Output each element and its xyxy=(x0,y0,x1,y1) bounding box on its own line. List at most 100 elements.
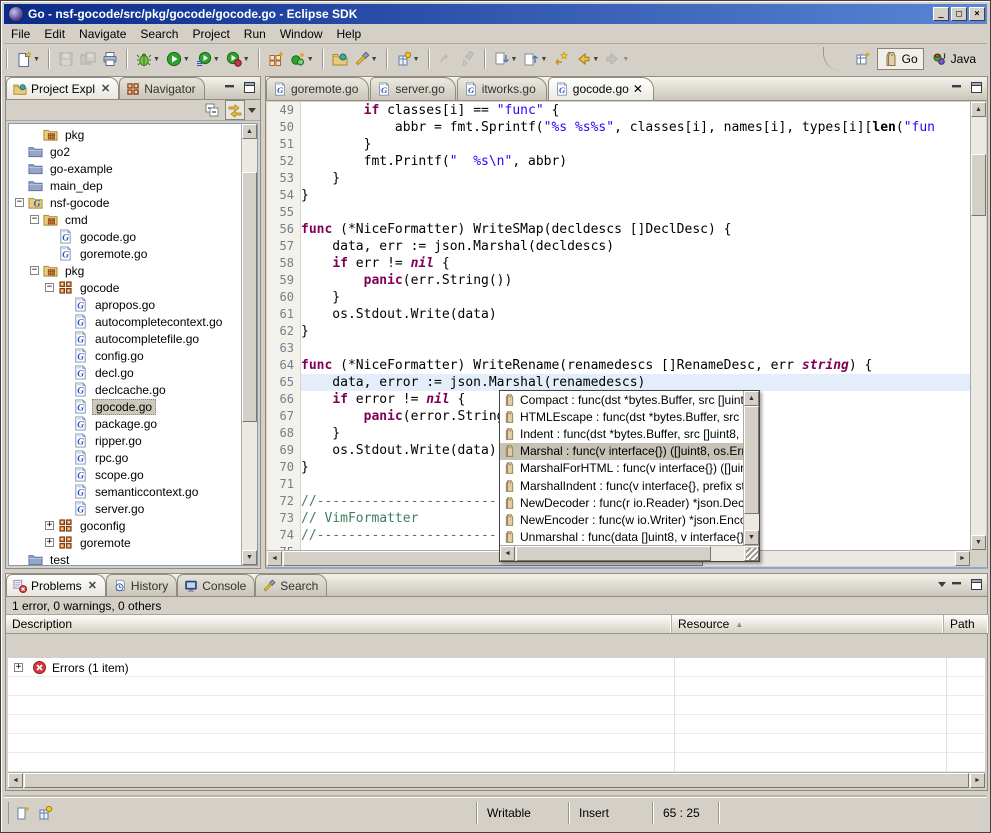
fast-view-icon[interactable] xyxy=(15,805,31,821)
format-button[interactable] xyxy=(457,48,479,70)
new-wizard-button[interactable]: ▼ xyxy=(13,48,43,70)
scroll-left-arrow[interactable]: ◄ xyxy=(267,551,282,566)
code-line-64[interactable]: 64func (*NiceFormatter) WriteRename(rena… xyxy=(267,357,986,374)
tree-expander-icon[interactable]: − xyxy=(30,215,39,224)
close-tab-icon[interactable]: ✕ xyxy=(101,82,110,95)
tree-item-ripper-go[interactable]: Gripper.go xyxy=(9,432,241,449)
popup-horizontal-scrollbar[interactable]: ◄ ► xyxy=(500,545,759,561)
tree-item-goconfig[interactable]: +goconfig xyxy=(9,517,241,534)
tab-console[interactable]: Console xyxy=(177,574,255,596)
tree-expander-icon[interactable]: − xyxy=(45,283,54,292)
code-line-58[interactable]: 58 if err != nil { xyxy=(267,255,986,272)
back-button[interactable]: ▼ xyxy=(572,48,602,70)
autocomplete-item[interactable]: HTMLEscape : func(dst *bytes.Buffer, src… xyxy=(500,408,743,425)
autocomplete-item[interactable]: MarshalForHTML : func(v interface{}) ([]… xyxy=(500,460,743,477)
editor-maximize-icon[interactable] xyxy=(969,81,984,94)
code-line-65[interactable]: 65 data, error := json.Marshal(renamedes… xyxy=(267,374,986,391)
tree-item-gocode-go[interactable]: Ggocode.go xyxy=(9,228,241,245)
scroll-up-arrow[interactable]: ▲ xyxy=(971,102,986,117)
tab-history[interactable]: History xyxy=(106,574,177,596)
code-line-52[interactable]: 52 fmt.Printf(" %s\n", abbr) xyxy=(267,153,986,170)
run-button[interactable]: ▼ xyxy=(163,48,193,70)
menu-run[interactable]: Run xyxy=(237,25,273,43)
tab-goremote-go[interactable]: Ggoremote.go xyxy=(266,77,369,100)
menu-edit[interactable]: Edit xyxy=(37,25,72,43)
tree-expander-icon[interactable]: − xyxy=(15,198,24,207)
popup-resize-grip[interactable] xyxy=(746,548,758,560)
tree-item-rpc-go[interactable]: Grpc.go xyxy=(9,449,241,466)
tree-expander-icon[interactable]: + xyxy=(45,521,54,530)
code-line-49[interactable]: 49 if classes[i] == "func" { xyxy=(267,102,986,119)
tree-item-declcache-go[interactable]: Gdeclcache.go xyxy=(9,381,241,398)
tree-item-semanticcontext-go[interactable]: Gsemanticcontext.go xyxy=(9,483,241,500)
problems-row-errors[interactable]: +Errors (1 item) xyxy=(8,658,985,677)
perspective-go-button[interactable]: Go xyxy=(877,48,924,70)
popup-hscroll-thumb[interactable] xyxy=(516,546,711,561)
column-header-path[interactable]: Path xyxy=(944,615,989,633)
tab-server-go[interactable]: Gserver.go xyxy=(370,77,455,100)
tree-item-test[interactable]: test xyxy=(9,551,241,565)
tree-item-gocode[interactable]: −gocode xyxy=(9,279,241,296)
tree-item-pkg[interactable]: −pkg xyxy=(9,262,241,279)
editor-vertical-scrollbar[interactable]: ▲ ▼ xyxy=(970,102,986,550)
code-line-50[interactable]: 50 abbr = fmt.Sprintf("%s %s%s", classes… xyxy=(267,119,986,136)
tab-problems[interactable]: Problems✕ xyxy=(6,574,106,596)
column-header-resource[interactable]: Resource▲ xyxy=(672,615,944,633)
profile-button[interactable]: ▼ xyxy=(223,48,253,70)
new-project-button[interactable] xyxy=(265,48,287,70)
menu-window[interactable]: Window xyxy=(273,25,330,43)
row-expander-icon[interactable]: + xyxy=(14,663,23,672)
code-line-56[interactable]: 56func (*NiceFormatter) WriteSMap(declde… xyxy=(267,221,986,238)
tab-navigator[interactable]: Navigator xyxy=(119,77,204,99)
perspective-java-button[interactable]: J Java xyxy=(927,49,981,69)
collapse-all-button[interactable] xyxy=(202,100,222,120)
code-line-54[interactable]: 54} xyxy=(267,187,986,204)
tree-expander-icon[interactable]: − xyxy=(30,266,39,275)
tree-item-goremote-go[interactable]: Ggoremote.go xyxy=(9,245,241,262)
menu-search[interactable]: Search xyxy=(133,25,185,43)
save-all-button[interactable] xyxy=(77,48,99,70)
autocomplete-item[interactable]: Indent : func(dst *bytes.Buffer, src []u… xyxy=(500,425,743,442)
tree-item-scope-go[interactable]: Gscope.go xyxy=(9,466,241,483)
scroll-down-arrow[interactable]: ▼ xyxy=(971,535,986,550)
open-perspective-button[interactable] xyxy=(852,48,874,70)
title-bar[interactable]: Go - nsf-gocode/src/pkg/gocode/gocode.go… xyxy=(4,4,987,24)
scroll-right-arrow[interactable]: ► xyxy=(955,551,970,566)
view-minimize-icon[interactable] xyxy=(223,81,238,94)
link-with-editor-button[interactable] xyxy=(225,100,245,120)
tree-item-go-example[interactable]: go-example xyxy=(9,160,241,177)
autocomplete-item[interactable]: Unmarshal : func(data []uint8, v interfa… xyxy=(500,529,743,546)
gc-button[interactable]: ▼ xyxy=(287,48,317,70)
editor-minimize-icon[interactable] xyxy=(950,81,965,94)
maximize-button[interactable]: □ xyxy=(951,7,967,21)
tree-scroll-thumb[interactable] xyxy=(242,172,257,422)
code-line-62[interactable]: 62} xyxy=(267,323,986,340)
code-line-60[interactable]: 60 } xyxy=(267,289,986,306)
autocomplete-item[interactable]: MarshalIndent : func(v interface{}, pref… xyxy=(500,477,743,494)
tree-vertical-scrollbar[interactable]: ▲ ▼ xyxy=(241,124,257,565)
close-tab-icon[interactable]: ✕ xyxy=(88,579,97,592)
code-line-51[interactable]: 51 } xyxy=(267,136,986,153)
tree-item-config-go[interactable]: Gconfig.go xyxy=(9,347,241,364)
view-maximize-icon[interactable] xyxy=(242,81,257,94)
autocomplete-item[interactable]: Marshal : func(v interface{}) ([]uint8, … xyxy=(500,443,743,460)
tree-item-apropos-go[interactable]: Gapropos.go xyxy=(9,296,241,313)
editor-scroll-thumb[interactable] xyxy=(971,154,986,216)
print-button[interactable] xyxy=(99,48,121,70)
scroll-down-arrow[interactable]: ▼ xyxy=(744,530,759,545)
tab-search[interactable]: Search xyxy=(255,574,327,596)
debug-button[interactable]: ▼ xyxy=(133,48,163,70)
tree-item-decl-go[interactable]: Gdecl.go xyxy=(9,364,241,381)
open-type-button[interactable] xyxy=(329,48,351,70)
view-menu-chevron-icon[interactable] xyxy=(248,108,256,113)
tree-item-go2[interactable]: go2 xyxy=(9,143,241,160)
tree-item-goremote[interactable]: +goremote xyxy=(9,534,241,551)
tree-item-main-dep[interactable]: main_dep xyxy=(9,177,241,194)
autocomplete-item[interactable]: NewDecoder : func(r io.Reader) *json.Dec… xyxy=(500,494,743,511)
popup-vertical-scrollbar[interactable]: ▲ ▼ xyxy=(743,391,759,545)
next-annotation-button[interactable]: ▼ xyxy=(491,48,521,70)
editor-element-icon[interactable] xyxy=(37,805,53,821)
view-maximize-icon[interactable] xyxy=(969,578,984,591)
tab-project-expl[interactable]: Project Expl✕ xyxy=(6,77,119,99)
popup-scroll-thumb[interactable] xyxy=(744,406,759,514)
